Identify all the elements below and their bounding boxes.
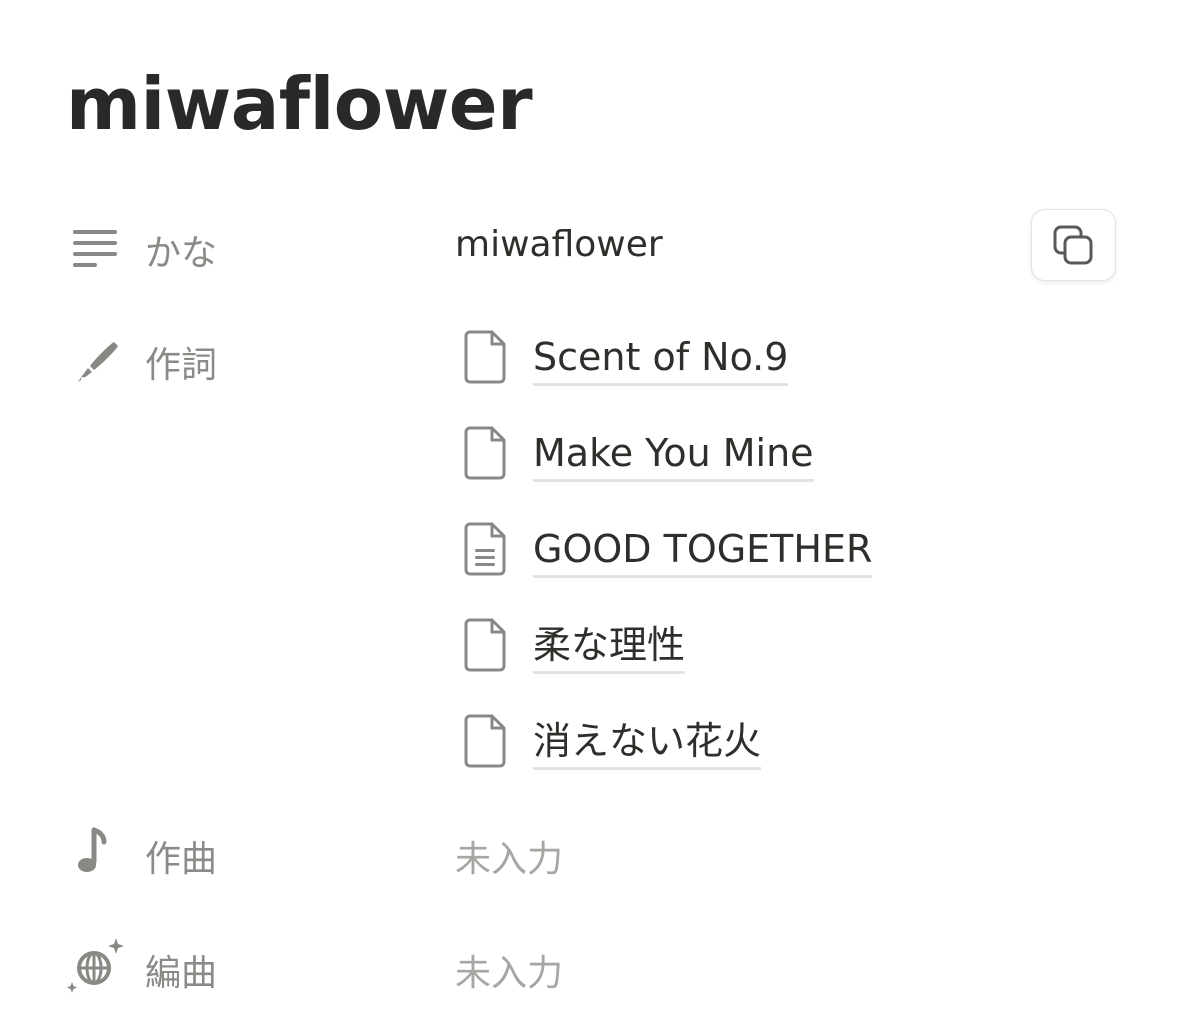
property-label-arrangement[interactable]: 編曲	[145, 944, 217, 996]
page-icon	[462, 425, 510, 481]
page-icon	[462, 617, 510, 673]
music-note-icon	[70, 826, 122, 878]
relation-title[interactable]: GOOD TOGETHER	[533, 523, 873, 578]
disco-ball-icon	[66, 936, 126, 996]
property-value-composition[interactable]: 未入力	[455, 830, 563, 882]
copy-icon	[1053, 225, 1093, 265]
property-row-arrangement: 編曲 未入力	[0, 932, 1200, 1000]
property-value-arrangement[interactable]: 未入力	[455, 944, 563, 996]
property-label-kana[interactable]: かな	[145, 224, 217, 276]
copy-button[interactable]	[1031, 209, 1116, 281]
property-value-kana[interactable]: miwaflower	[455, 224, 663, 265]
relation-title[interactable]: Scent of No.9	[533, 331, 789, 386]
page-title[interactable]: miwaflower	[66, 56, 533, 152]
property-row-composition: 作曲 未入力	[0, 818, 1200, 886]
relation-title[interactable]: 柔な理性	[533, 619, 686, 674]
page-icon	[462, 329, 510, 385]
relation-title[interactable]: Make You Mine	[533, 427, 814, 482]
text-lines-icon	[70, 226, 122, 278]
property-label-composition[interactable]: 作曲	[145, 830, 217, 882]
property-label-lyrics[interactable]: 作詞	[145, 336, 217, 388]
text-page-icon	[462, 521, 510, 577]
relation-title[interactable]: 消えない花火	[533, 715, 762, 770]
page-icon	[462, 713, 510, 769]
pen-brush-icon	[70, 336, 122, 388]
property-row-kana: かな miwaflower	[0, 210, 1200, 282]
